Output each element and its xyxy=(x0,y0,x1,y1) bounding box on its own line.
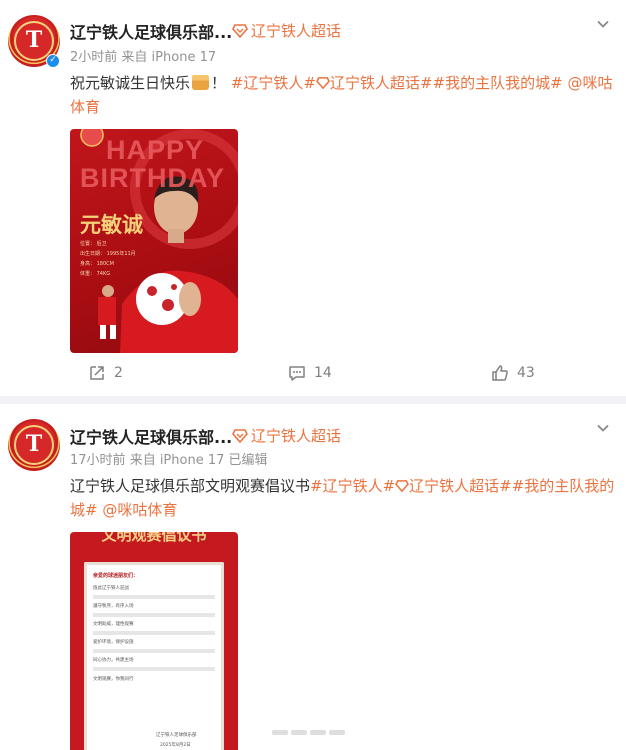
diamond-icon xyxy=(395,480,410,493)
supertopic-label: 辽宁铁人超话 xyxy=(251,22,342,40)
post-card: T 辽宁铁人足球俱乐部... 辽宁铁人超话 17小时前 来自 iPhone 17… xyxy=(0,404,626,750)
info-line: 出生日期： 1995年11月 xyxy=(80,251,136,257)
loading-placeholder xyxy=(272,730,345,735)
poster-player-info: 位置： 后卫 出生日期： 1995年11月 身高： 180CM 体重： 74KG xyxy=(80,239,136,279)
poster-headline-happy: HAPPY xyxy=(106,135,205,165)
verified-badge-icon: ✓ xyxy=(46,54,60,68)
poster-player-name: 元敏诚 xyxy=(80,213,143,237)
supertopic-inline-label: 辽宁铁人超话# xyxy=(409,477,512,495)
info-line: 身高： 180CM xyxy=(80,261,114,267)
poster-closing: 文明观赛，你我同行 xyxy=(93,677,134,682)
diamond-icon xyxy=(232,23,248,38)
like-button[interactable]: 43 xyxy=(491,364,535,382)
post-meta: 17小时前 来自 iPhone 17 已编辑 xyxy=(70,449,268,468)
author-name[interactable]: 辽宁铁人足球俱乐部... xyxy=(70,19,232,43)
comment-count: 14 xyxy=(314,365,332,381)
post-text: 辽宁铁人足球俱乐部文明观赛倡议书#辽宁铁人# 辽宁铁人超话##我的主队我的城# @… xyxy=(70,474,615,522)
post-source: 来自 iPhone 17 xyxy=(129,453,225,468)
birthday-poster-image[interactable]: HAPPY BIRTHDAY 元敏诚 位置： 后卫 出生日期： 1995年11月… xyxy=(70,129,238,353)
hashtag-link[interactable]: #我的主队我的城# xyxy=(433,74,563,92)
like-count: 43 xyxy=(517,365,535,381)
post-text: 祝元敏诚生日快乐 ！ #辽宁铁人# 辽宁铁人超话##我的主队我的城# @咪咕体育 xyxy=(70,71,615,119)
post-time[interactable]: 17小时前 xyxy=(70,453,126,468)
mention-link[interactable]: @咪咕体育 xyxy=(102,501,177,519)
supertopic-inline-label: 辽宁铁人超话# xyxy=(329,74,433,92)
post-text-body: 祝元敏诚生日快乐 xyxy=(70,74,191,92)
diamond-icon xyxy=(232,428,248,443)
cake-emoji-icon xyxy=(192,75,210,90)
author-name[interactable]: 辽宁铁人足球俱乐部... xyxy=(70,424,232,448)
poster-body: 值此辽宁铁人迎战 遵守秩序，有序入场 文明助威，理性观赛 爱护环境，保护设施 同… xyxy=(93,584,215,684)
poster-paragraph: 值此辽宁铁人迎战 xyxy=(93,586,129,591)
repost-button[interactable]: 2 xyxy=(88,364,123,382)
post-source: 来自 iPhone 17 xyxy=(121,50,217,65)
poster-paragraph: 文明助威，理性观赛 xyxy=(93,622,134,627)
poster-paragraph: 同心协力，共建主场 xyxy=(93,658,134,663)
poster-paper: 亲爱的球迷朋友们： 值此辽宁铁人迎战 遵守秩序，有序入场 文明助威，理性观赛 爱… xyxy=(84,562,224,750)
post-text-punct: ！ xyxy=(211,74,227,92)
hashtag-link[interactable]: #辽宁铁人# xyxy=(310,477,395,495)
poster-signature: 辽宁铁人足球俱乐部 xyxy=(156,733,197,738)
poster-paragraph: 遵守秩序，有序入场 xyxy=(93,604,134,609)
poster-greeting: 亲爱的球迷朋友们： xyxy=(93,573,139,579)
supertopic-link[interactable]: 辽宁铁人超话 xyxy=(232,425,341,446)
post-meta: 2小时前 来自 iPhone 17 xyxy=(70,46,216,65)
diamond-icon xyxy=(316,77,330,90)
club-avatar[interactable]: T xyxy=(8,419,60,471)
thumbs-up-icon xyxy=(492,365,508,381)
poster-paragraph: 爱护环境，保护设施 xyxy=(93,640,134,645)
hashtag-part: #我的主队我的 xyxy=(511,477,615,495)
supertopic-link[interactable]: 辽宁铁人超话 xyxy=(232,20,341,41)
supertopic-label: 辽宁铁人超话 xyxy=(251,427,342,445)
poster-date: 2025年8月2日 xyxy=(160,743,191,748)
edited-label: 已编辑 xyxy=(228,453,268,468)
mention-part: 体育 xyxy=(70,98,101,116)
poster-title: 文明观赛倡议书 xyxy=(101,532,207,544)
info-line: 位置： 后卫 xyxy=(80,241,107,247)
comment-button[interactable]: 14 xyxy=(288,364,332,382)
chevron-down-icon[interactable] xyxy=(596,421,610,435)
repost-count: 2 xyxy=(114,365,123,381)
hashtag-link[interactable]: #辽宁铁人# xyxy=(231,74,316,92)
supertopic-inline-link[interactable]: 辽宁铁人超话# xyxy=(316,74,433,92)
post-card: T ✓ 辽宁铁人足球俱乐部... 辽宁铁人超话 2小时前 来自 iPhone 1… xyxy=(0,0,626,396)
post-time[interactable]: 2小时前 xyxy=(70,50,117,65)
mention-part: @咪咕 xyxy=(567,74,613,92)
repost-icon xyxy=(90,366,104,380)
proposal-poster-image[interactable]: 文明观赛倡议书 亲爱的球迷朋友们： 值此辽宁铁人迎战 遵守秩序，有序入场 文明助… xyxy=(70,532,238,750)
post-text-body: 辽宁铁人足球俱乐部文明观赛倡议书 xyxy=(70,477,311,495)
supertopic-inline-link[interactable]: 辽宁铁人超话# xyxy=(395,477,512,495)
comment-icon xyxy=(289,366,305,381)
poster-headline-birthday: BIRTHDAY xyxy=(80,163,226,193)
chevron-down-icon[interactable] xyxy=(596,17,610,31)
hashtag-part: 城# xyxy=(70,501,98,519)
info-line: 体重： 74KG xyxy=(80,271,111,277)
